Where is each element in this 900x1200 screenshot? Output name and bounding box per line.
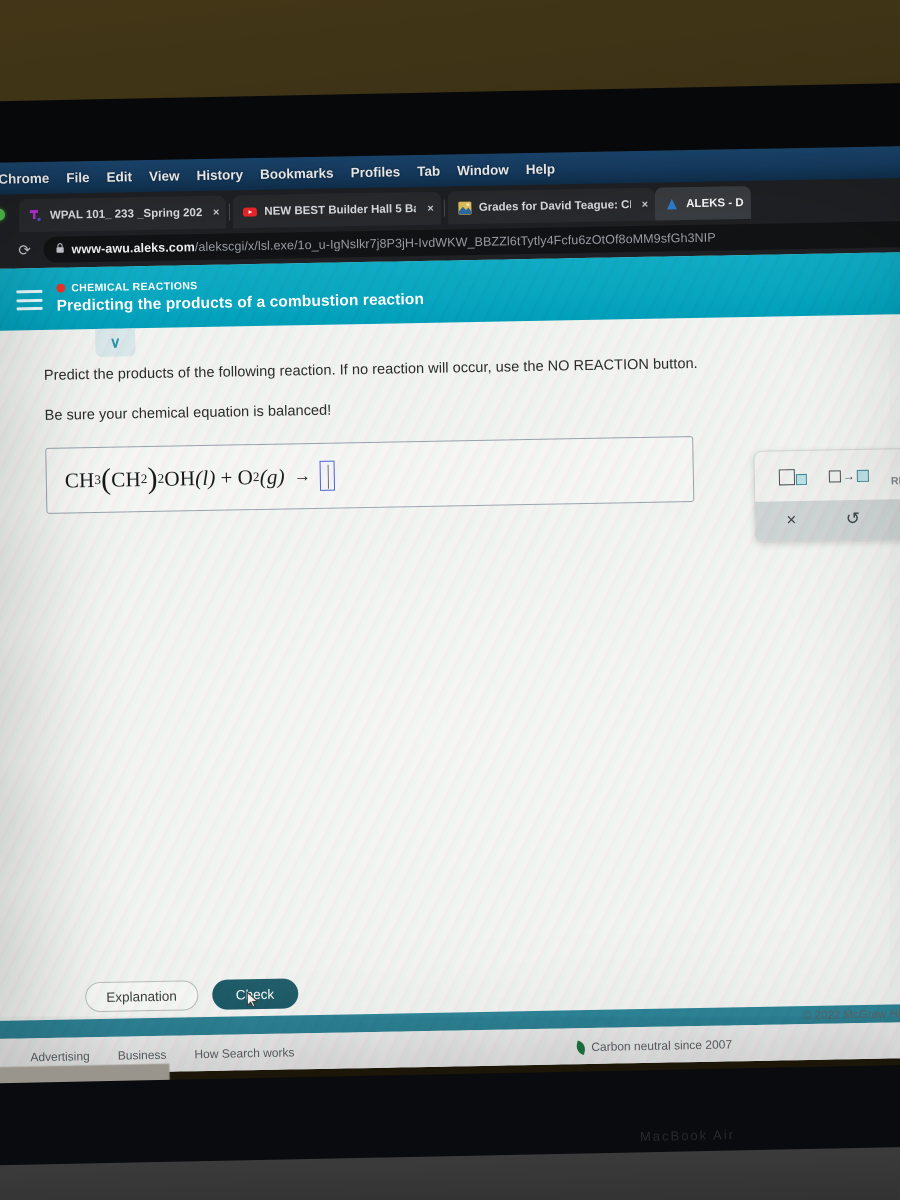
laptop-screen: Chrome File Edit View History Bookmarks …: [0, 145, 900, 1075]
reaction-arrow-icon: →: [293, 466, 312, 486]
footer-link-business[interactable]: Business: [118, 1048, 167, 1063]
canvas-icon: [458, 201, 472, 215]
group-close-paren: ): [147, 461, 158, 496]
window-maximize-button[interactable]: [0, 208, 6, 221]
forward-arrow-icon[interactable]: →: [0, 242, 6, 259]
address-bar-url: www-awu.aleks.com/alekscgi/x/lsl.exe/1o_…: [71, 231, 715, 257]
lock-icon: [55, 243, 64, 257]
reactant-1-state: (l): [194, 465, 216, 490]
page-title: Predicting the products of a combustion …: [56, 290, 425, 315]
footer-links: Advertising Business How Search works: [0, 1045, 294, 1064]
chemical-equation: CH 3(CH 2) 2 OH (l) + O 2 (g) →: [64, 460, 336, 496]
menubar-item-history[interactable]: History: [196, 167, 243, 183]
browser-tab-aleks[interactable]: ALEKS - D: [654, 185, 751, 221]
browser-tab-wpal[interactable]: WPAL 101_ 233 _Spring 2022 _ ×: [18, 195, 227, 233]
topic-label: CHEMICAL REACTIONS: [71, 279, 198, 294]
menubar-item-file[interactable]: File: [66, 170, 90, 185]
browser-tab-title: WPAL 101_ 233 _Spring 2022 _: [49, 206, 203, 222]
status-dot-icon: [56, 283, 66, 293]
close-icon[interactable]: ×: [209, 206, 220, 218]
answer-input-field[interactable]: [319, 460, 336, 491]
url-domain: www-awu.aleks.com: [71, 240, 195, 257]
menubar-item-chrome[interactable]: Chrome: [0, 170, 49, 186]
aleks-header-text: CHEMICAL REACTIONS Predicting the produc…: [56, 275, 424, 315]
laptop-brand-label: MacBook Air: [639, 1127, 736, 1144]
question-instruction-1: Predict the products of the following re…: [43, 355, 698, 384]
aleks-icon: [665, 197, 679, 211]
carbon-neutral-note: Carbon neutral since 2007: [575, 1037, 733, 1055]
teams-icon: [29, 208, 43, 222]
check-button[interactable]: Check: [211, 978, 299, 1010]
reaction-arrow-icon[interactable]: →: [828, 469, 869, 484]
undo-icon[interactable]: ↺: [846, 509, 861, 529]
photo-of-laptop-screen: Chrome File Edit View History Bookmarks …: [0, 0, 900, 1200]
menubar-item-view[interactable]: View: [149, 168, 180, 184]
menubar-item-profiles[interactable]: Profiles: [350, 164, 400, 180]
menubar-item-help[interactable]: Help: [526, 161, 556, 177]
footer-link-how-search-works[interactable]: How Search works: [194, 1045, 294, 1061]
equation-tool-palette: → NO REACTION × ↺ ?: [753, 447, 900, 544]
reload-icon[interactable]: ⟳: [14, 241, 34, 259]
reactant-1-tail: OH: [164, 465, 196, 491]
footer-link-advertising[interactable]: Advertising: [30, 1049, 90, 1064]
menubar-item-edit[interactable]: Edit: [106, 169, 132, 184]
group-formula: CH: [111, 466, 142, 492]
browser-tab-title: ALEKS - D: [686, 196, 744, 210]
carbon-neutral-label: Carbon neutral since 2007: [591, 1037, 733, 1054]
equation-input-box[interactable]: CH 3(CH 2) 2 OH (l) + O 2 (g) →: [45, 436, 695, 514]
browser-tab-grades[interactable]: Grades for David Teague: CHM ×: [447, 187, 656, 225]
subscript-superscript-icon[interactable]: [778, 469, 808, 486]
browser-tab-title: Grades for David Teague: CHM: [478, 198, 631, 214]
mouse-cursor-icon: [246, 991, 259, 1008]
youtube-icon: [243, 204, 258, 218]
url-path: /alekscgi/x/lsl.exe/1o_u-IgNslkr7j8P3jH-…: [194, 230, 716, 255]
close-icon[interactable]: ×: [423, 202, 434, 214]
leaf-icon: [575, 1039, 587, 1055]
menubar-item-bookmarks[interactable]: Bookmarks: [260, 165, 334, 181]
close-icon[interactable]: ×: [638, 198, 649, 210]
no-reaction-button[interactable]: NO REACTION: [891, 462, 900, 487]
browser-tab-title: NEW BEST Builder Hall 5 Base: [264, 202, 417, 218]
plus-sign: +: [220, 464, 233, 490]
copyright-text: © 2022 McGraw Hill LLC: [802, 1008, 900, 1023]
clear-icon[interactable]: ×: [786, 510, 796, 530]
question-instruction-2: Be sure your chemical equation is balanc…: [44, 402, 332, 424]
hamburger-icon[interactable]: [16, 289, 43, 311]
aleks-page: CHEMICAL REACTIONS Predicting the produc…: [0, 251, 900, 1075]
tool-palette-top-row: → NO REACTION: [754, 448, 900, 503]
browser-tab-youtube[interactable]: NEW BEST Builder Hall 5 Base ×: [233, 191, 442, 229]
group-open-paren: (: [100, 462, 112, 496]
reactant-1: CH: [64, 467, 95, 493]
tab-separator: [229, 203, 231, 221]
no-reaction-line-2: REACTION: [890, 474, 900, 488]
menubar-item-window[interactable]: Window: [457, 162, 509, 178]
tool-palette-bottom-row: × ↺ ?: [755, 498, 900, 543]
tab-separator: [443, 199, 445, 217]
menubar-item-tab[interactable]: Tab: [417, 163, 440, 178]
reactant-2: O: [237, 464, 254, 489]
reactant-2-state: (g): [259, 464, 285, 489]
explanation-button[interactable]: Explanation: [85, 980, 199, 1013]
